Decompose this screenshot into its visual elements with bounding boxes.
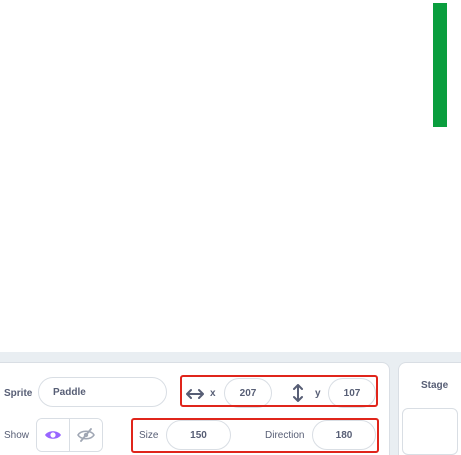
show-label: Show — [4, 430, 30, 441]
eye-icon — [44, 431, 61, 439]
size-label: Size — [139, 430, 159, 441]
stage-canvas[interactable] — [0, 0, 461, 352]
horizontal-arrows-icon — [186, 389, 204, 399]
sprite-label: Sprite — [4, 388, 33, 399]
y-label: y — [315, 388, 321, 399]
stage-thumbnail[interactable] — [402, 408, 458, 455]
x-label: x — [210, 388, 216, 399]
sprite-name-input[interactable]: Paddle — [38, 377, 167, 407]
eye-slash-icon — [76, 428, 95, 442]
x-position-input[interactable]: 207 — [224, 378, 272, 408]
size-input[interactable]: 150 — [166, 420, 231, 450]
y-position-input[interactable]: 107 — [328, 378, 376, 408]
hide-sprite-button[interactable] — [69, 419, 102, 451]
vertical-arrows-icon — [293, 384, 303, 402]
direction-label: Direction — [265, 430, 305, 441]
direction-input[interactable]: 180 — [312, 420, 376, 450]
show-sprite-button[interactable] — [37, 419, 70, 451]
stage-title: Stage — [421, 380, 449, 391]
paddle-sprite[interactable] — [433, 3, 447, 127]
visibility-toggle — [36, 418, 103, 452]
editor-root: Sprite Paddle x 207 y 107 Show Size 150 … — [0, 0, 461, 455]
